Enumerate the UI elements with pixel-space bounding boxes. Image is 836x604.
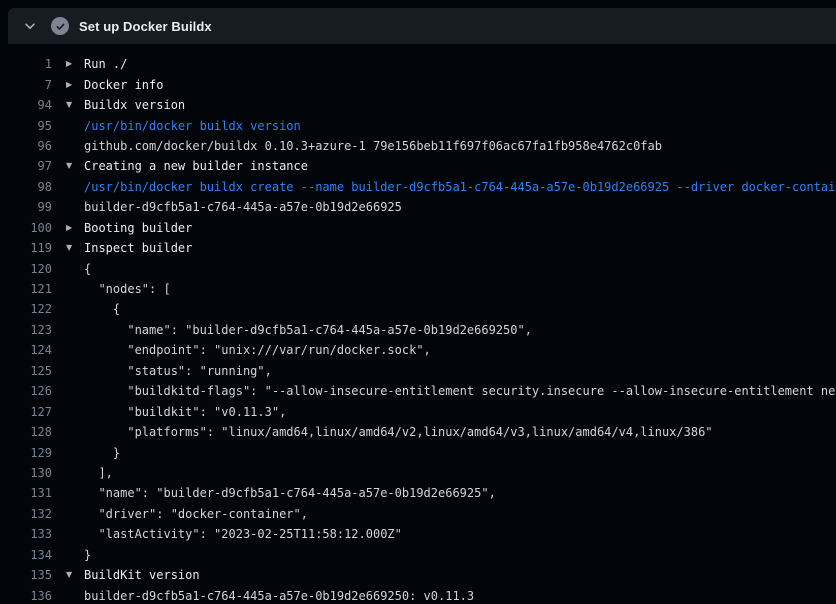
- log-group-line[interactable]: 135 ▼ BuildKit version: [0, 565, 836, 585]
- log-text: "driver": "docker-container",: [84, 507, 308, 521]
- line-number[interactable]: 125: [0, 364, 52, 378]
- line-number[interactable]: 95: [0, 119, 52, 133]
- log-line: 123 "name": "builder-d9cfb5a1-c764-445a-…: [0, 320, 836, 340]
- log-line: 120 {: [0, 258, 836, 278]
- log-line: 128 "platforms": "linux/amd64,linux/amd6…: [0, 422, 836, 442]
- line-number[interactable]: 99: [0, 200, 52, 214]
- log-text: "lastActivity": "2023-02-25T11:58:12.000…: [84, 527, 402, 541]
- log-line: 129 }: [0, 442, 836, 462]
- log-group-line[interactable]: 119 ▼ Inspect builder: [0, 238, 836, 258]
- line-number[interactable]: 133: [0, 527, 52, 541]
- log-text: builder-d9cfb5a1-c764-445a-a57e-0b19d2e6…: [84, 200, 402, 214]
- log-text: "platforms": "linux/amd64,linux/amd64/v2…: [84, 425, 713, 439]
- line-number[interactable]: 96: [0, 139, 52, 153]
- line-number[interactable]: 130: [0, 466, 52, 480]
- line-number[interactable]: 7: [0, 78, 52, 92]
- group-collapsed-icon[interactable]: ▶: [66, 60, 84, 68]
- log-output: 1 ▶ Run ./ 7 ▶ Docker info 94 ▼ Buildx v…: [0, 44, 836, 604]
- line-number[interactable]: 122: [0, 302, 52, 316]
- log-text: builder-d9cfb5a1-c764-445a-a57e-0b19d2e6…: [84, 589, 474, 603]
- log-text: "endpoint": "unix:///var/run/docker.sock…: [84, 343, 431, 357]
- log-text: Booting builder: [84, 221, 192, 235]
- group-expanded-icon[interactable]: ▼: [66, 244, 84, 252]
- line-number[interactable]: 123: [0, 323, 52, 337]
- log-text: Inspect builder: [84, 241, 192, 255]
- log-line: 127 "buildkit": "v0.11.3",: [0, 401, 836, 421]
- check-circle-icon: [51, 17, 69, 35]
- step-title: Set up Docker Buildx: [79, 19, 212, 34]
- log-line: 136 builder-d9cfb5a1-c764-445a-a57e-0b19…: [0, 585, 836, 604]
- log-text: ],: [84, 466, 113, 480]
- group-expanded-icon[interactable]: ▼: [66, 101, 84, 109]
- log-group-line[interactable]: 100 ▶ Booting builder: [0, 218, 836, 238]
- line-number[interactable]: 98: [0, 180, 52, 194]
- line-number[interactable]: 120: [0, 262, 52, 276]
- line-number[interactable]: 131: [0, 486, 52, 500]
- log-line: 95 /usr/bin/docker buildx version: [0, 115, 836, 135]
- log-text: }: [84, 446, 120, 460]
- log-group-line[interactable]: 97 ▼ Creating a new builder instance: [0, 156, 836, 176]
- log-line: 98 /usr/bin/docker buildx create --name …: [0, 177, 836, 197]
- log-group-line[interactable]: 1 ▶ Run ./: [0, 54, 836, 74]
- group-expanded-icon[interactable]: ▼: [66, 571, 84, 579]
- log-line: 126 "buildkitd-flags": "--allow-insecure…: [0, 381, 836, 401]
- log-text: "nodes": [: [84, 282, 171, 296]
- group-expanded-icon[interactable]: ▼: [66, 162, 84, 170]
- chevron-down-icon[interactable]: [18, 14, 42, 38]
- log-text: Creating a new builder instance: [84, 159, 308, 173]
- log-line: 132 "driver": "docker-container",: [0, 504, 836, 524]
- log-line: 130 ],: [0, 463, 836, 483]
- log-line: 134 }: [0, 545, 836, 565]
- group-collapsed-icon[interactable]: ▶: [66, 224, 84, 232]
- log-text: "buildkitd-flags": "--allow-insecure-ent…: [84, 384, 836, 398]
- log-line: 131 "name": "builder-d9cfb5a1-c764-445a-…: [0, 483, 836, 503]
- log-line: 124 "endpoint": "unix:///var/run/docker.…: [0, 340, 836, 360]
- line-number[interactable]: 1: [0, 57, 52, 71]
- line-number[interactable]: 100: [0, 221, 52, 235]
- line-number[interactable]: 134: [0, 548, 52, 562]
- log-line: 125 "status": "running",: [0, 361, 836, 381]
- log-text: "name": "builder-d9cfb5a1-c764-445a-a57e…: [84, 323, 532, 337]
- log-text: {: [84, 262, 91, 276]
- line-number[interactable]: 127: [0, 405, 52, 419]
- log-text: /usr/bin/docker buildx version: [84, 119, 301, 133]
- log-text: github.com/docker/buildx 0.10.3+azure-1 …: [84, 139, 662, 153]
- log-text: Buildx version: [84, 98, 185, 112]
- log-text: Docker info: [84, 78, 163, 92]
- line-number[interactable]: 128: [0, 425, 52, 439]
- line-number[interactable]: 136: [0, 589, 52, 603]
- log-text: /usr/bin/docker buildx create --name bui…: [84, 180, 836, 194]
- line-number[interactable]: 135: [0, 568, 52, 582]
- step-header[interactable]: Set up Docker Buildx: [8, 8, 836, 44]
- log-text: {: [84, 302, 120, 316]
- line-number[interactable]: 126: [0, 384, 52, 398]
- log-text: }: [84, 548, 91, 562]
- line-number[interactable]: 119: [0, 241, 52, 255]
- line-number[interactable]: 97: [0, 159, 52, 173]
- log-group-line[interactable]: 94 ▼ Buildx version: [0, 95, 836, 115]
- log-text: "status": "running",: [84, 364, 272, 378]
- log-text: "name": "builder-d9cfb5a1-c764-445a-a57e…: [84, 486, 496, 500]
- log-text: Run ./: [84, 57, 127, 71]
- log-line: 99 builder-d9cfb5a1-c764-445a-a57e-0b19d…: [0, 197, 836, 217]
- line-number[interactable]: 132: [0, 507, 52, 521]
- log-line: 121 "nodes": [: [0, 279, 836, 299]
- group-collapsed-icon[interactable]: ▶: [66, 81, 84, 89]
- log-text: BuildKit version: [84, 568, 200, 582]
- log-line: 133 "lastActivity": "2023-02-25T11:58:12…: [0, 524, 836, 544]
- line-number[interactable]: 129: [0, 446, 52, 460]
- line-number[interactable]: 121: [0, 282, 52, 296]
- log-line: 96 github.com/docker/buildx 0.10.3+azure…: [0, 136, 836, 156]
- log-text: "buildkit": "v0.11.3",: [84, 405, 286, 419]
- log-group-line[interactable]: 7 ▶ Docker info: [0, 74, 836, 94]
- line-number[interactable]: 94: [0, 98, 52, 112]
- log-line: 122 {: [0, 299, 836, 319]
- line-number[interactable]: 124: [0, 343, 52, 357]
